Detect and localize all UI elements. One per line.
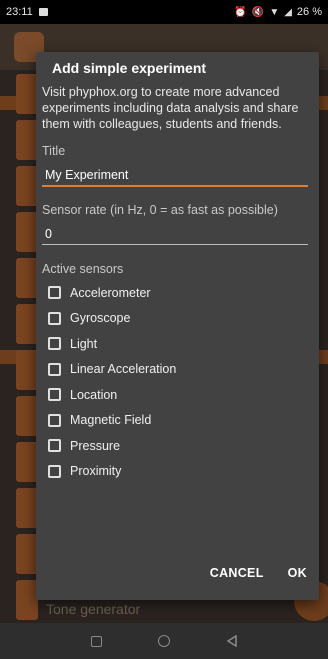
experiment-tile [16, 534, 38, 574]
status-icons: ⏰ 🔇 ▼ ◢ 26 % [234, 6, 322, 18]
mute-icon: 🔇 [251, 6, 265, 18]
sensor-item-linear-acceleration[interactable]: Linear Acceleration [48, 357, 288, 383]
status-bar: 23:11 ⏰ 🔇 ▼ ◢ 26 % [0, 0, 328, 24]
experiment-tile [16, 396, 38, 436]
sensor-label: Linear Acceleration [70, 362, 177, 377]
experiment-tile [16, 166, 38, 206]
back-icon[interactable] [226, 635, 238, 647]
dialog-actions: CANCEL OK [210, 566, 307, 580]
cancel-button[interactable]: CANCEL [210, 566, 264, 580]
sensor-item-light[interactable]: Light [48, 331, 288, 357]
sensor-list: Accelerometer Gyroscope Light Linear Acc… [48, 280, 288, 484]
recents-icon[interactable] [90, 635, 102, 647]
title-input[interactable] [42, 165, 308, 187]
location-checkbox[interactable] [48, 388, 61, 402]
add-experiment-dialog: Add simple experiment Visit phyphox.org … [36, 52, 319, 600]
status-time: 23:11 [6, 6, 33, 18]
linear-acceleration-checkbox[interactable] [48, 362, 61, 376]
active-sensors-label: Active sensors [42, 262, 124, 276]
sensor-item-pressure[interactable]: Pressure [48, 433, 288, 459]
sensor-item-gyroscope[interactable]: Gyroscope [48, 306, 288, 332]
experiment-tile [16, 350, 38, 390]
battery-level: 26 % [296, 6, 322, 18]
sensor-rate-label: Sensor rate (in Hz, 0 = as fast as possi… [42, 203, 278, 217]
gyroscope-checkbox[interactable] [48, 311, 61, 325]
sensor-item-magnetic-field[interactable]: Magnetic Field [48, 408, 288, 434]
experiment-tile [16, 488, 38, 528]
signal-icon: ◢ [284, 6, 292, 18]
sensor-label: Accelerometer [70, 285, 151, 300]
pressure-checkbox[interactable] [48, 439, 61, 453]
experiment-tile [16, 212, 38, 252]
sensor-label: Light [70, 336, 98, 351]
sensor-rate-input[interactable] [42, 223, 308, 245]
experiment-tile [16, 120, 38, 160]
sensor-item-accelerometer[interactable]: Accelerometer [48, 280, 288, 306]
sensor-label: Pressure [70, 438, 121, 453]
sensor-label: Gyroscope [70, 311, 131, 326]
background-list-item: Tone generator [46, 601, 141, 617]
proximity-checkbox[interactable] [48, 464, 61, 478]
sensor-label: Location [70, 387, 118, 402]
navigation-bar [0, 623, 328, 659]
magnetic-field-checkbox[interactable] [48, 413, 61, 427]
dialog-title: Add simple experiment [52, 60, 207, 76]
notification-icon [38, 8, 48, 16]
title-field-label: Title [42, 144, 66, 158]
background-experiment-list [16, 74, 38, 623]
sensor-label: Proximity [70, 464, 122, 479]
wifi-icon: ▼ [269, 6, 280, 18]
alarm-icon: ⏰ [234, 6, 247, 18]
sensor-item-location[interactable]: Location [48, 382, 288, 408]
home-icon[interactable] [157, 635, 170, 647]
experiment-tile [16, 258, 38, 298]
sensor-label: Magnetic Field [70, 413, 152, 428]
accelerometer-checkbox[interactable] [48, 286, 61, 300]
experiment-tile [16, 74, 38, 114]
ok-button[interactable]: OK [288, 566, 307, 580]
sensor-item-proximity[interactable]: Proximity [48, 459, 288, 485]
experiment-tile [16, 442, 38, 482]
light-checkbox[interactable] [48, 337, 61, 351]
dialog-description: Visit phyphox.org to create more advance… [42, 85, 299, 131]
experiment-tile [16, 580, 38, 620]
experiment-tile [16, 304, 38, 344]
